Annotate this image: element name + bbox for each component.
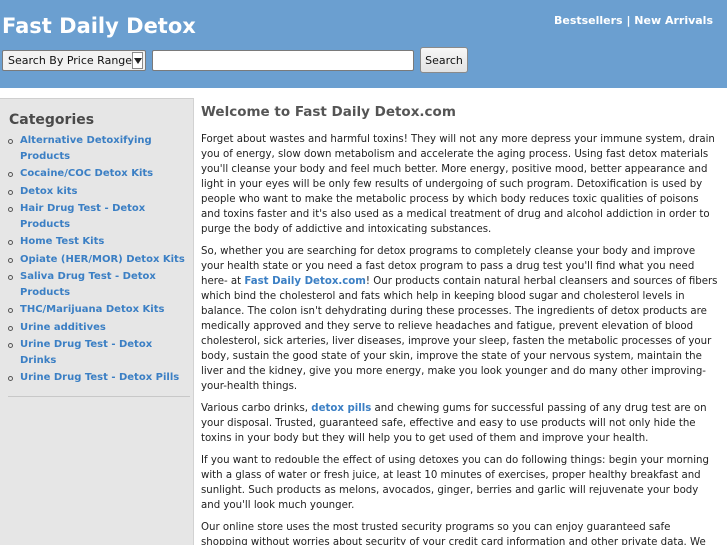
category-link[interactable]: Hair Drug Test - Detox Products — [20, 203, 145, 230]
category-item[interactable]: Cocaine/COC Detox Kits — [8, 166, 188, 182]
circle-bullet-icon — [8, 376, 13, 381]
category-link[interactable]: Opiate (HER/MOR) Detox Kits — [20, 254, 185, 265]
categories-title: Categories — [9, 112, 95, 128]
circle-bullet-icon — [8, 257, 13, 263]
circle-bullet-icon — [8, 325, 13, 331]
circle-bullet-icon — [8, 189, 13, 195]
category-list: Alternative Detoxifying Products Cocaine… — [8, 133, 188, 388]
new-arrivals-link[interactable]: New Arrivals — [634, 14, 713, 27]
bestsellers-link[interactable]: Bestsellers — [554, 14, 623, 27]
circle-bullet-icon — [8, 275, 13, 280]
tips-paragraph: If you want to redouble the effect of us… — [201, 455, 709, 511]
top-links-separator: | — [622, 14, 635, 27]
price-range-select-label: Search By Price Range — [8, 54, 133, 67]
search-button[interactable]: Search — [420, 47, 468, 73]
category-item[interactable]: Alternative Detoxifying Products — [8, 133, 188, 164]
category-link[interactable]: THC/Marijuana Detox Kits — [20, 304, 164, 315]
site-title[interactable]: Fast Daily Detox — [2, 14, 196, 38]
products-paragraph: So, whether you are searching for detox … — [201, 244, 719, 394]
page-title: Welcome to Fast Daily Detox.com — [201, 104, 456, 120]
circle-bullet-icon — [8, 308, 13, 313]
category-item[interactable]: Urine additives — [8, 320, 188, 336]
intro-paragraph: Forget about wastes and harmful toxins! … — [201, 134, 715, 235]
category-link[interactable]: Detox kits — [20, 186, 77, 197]
circle-bullet-icon — [8, 343, 13, 348]
category-item[interactable]: Urine Drug Test - Detox Pills — [8, 370, 188, 386]
category-item[interactable]: Hair Drug Test - Detox Products — [8, 201, 188, 232]
category-item[interactable]: Opiate (HER/MOR) Detox Kits — [8, 252, 188, 268]
top-links: Bestsellers | New Arrivals — [554, 14, 713, 27]
category-item[interactable]: Saliva Drug Test - Detox Products — [8, 269, 188, 300]
circle-bullet-icon — [8, 207, 13, 212]
price-range-select[interactable]: Search By Price Range — [2, 50, 146, 71]
site-header: Fast Daily Detox Bestsellers | New Arriv… — [0, 0, 727, 88]
drinks-text-start: Various carbo drinks, — [201, 403, 312, 414]
circle-bullet-icon — [8, 139, 13, 144]
category-link[interactable]: Saliva Drug Test - Detox Products — [20, 271, 156, 298]
category-link[interactable]: Urine Drug Test - Detox Drinks — [20, 339, 152, 366]
detox-pills-link[interactable]: detox pills — [311, 403, 371, 414]
security-paragraph: Our online store uses the most trusted s… — [201, 522, 706, 545]
circle-bullet-icon — [8, 172, 13, 177]
category-link[interactable]: Home Test Kits — [20, 236, 104, 247]
chevron-down-icon[interactable] — [132, 52, 143, 69]
main-content: Welcome to Fast Daily Detox.com Forget a… — [201, 104, 719, 545]
circle-bullet-icon — [8, 240, 13, 245]
category-link[interactable]: Urine additives — [20, 322, 106, 333]
category-item[interactable]: Urine Drug Test - Detox Drinks — [8, 337, 188, 368]
products-text-end: ! Our products contain natural herbal cl… — [201, 276, 718, 392]
drinks-paragraph: Various carbo drinks, detox pills and ch… — [201, 401, 719, 446]
category-item[interactable]: Detox kits — [8, 184, 188, 200]
category-item[interactable]: Home Test Kits — [8, 234, 188, 250]
fast-daily-detox-link[interactable]: Fast Daily Detox.com — [244, 276, 366, 287]
sidebar: Categories Alternative Detoxifying Produ… — [0, 98, 194, 545]
sidebar-divider — [8, 396, 190, 397]
category-item[interactable]: THC/Marijuana Detox Kits — [8, 302, 188, 318]
search-input[interactable] — [152, 50, 414, 71]
category-link[interactable]: Urine Drug Test - Detox Pills — [20, 372, 179, 383]
category-link[interactable]: Cocaine/COC Detox Kits — [20, 168, 153, 179]
category-link[interactable]: Alternative Detoxifying Products — [20, 135, 152, 162]
